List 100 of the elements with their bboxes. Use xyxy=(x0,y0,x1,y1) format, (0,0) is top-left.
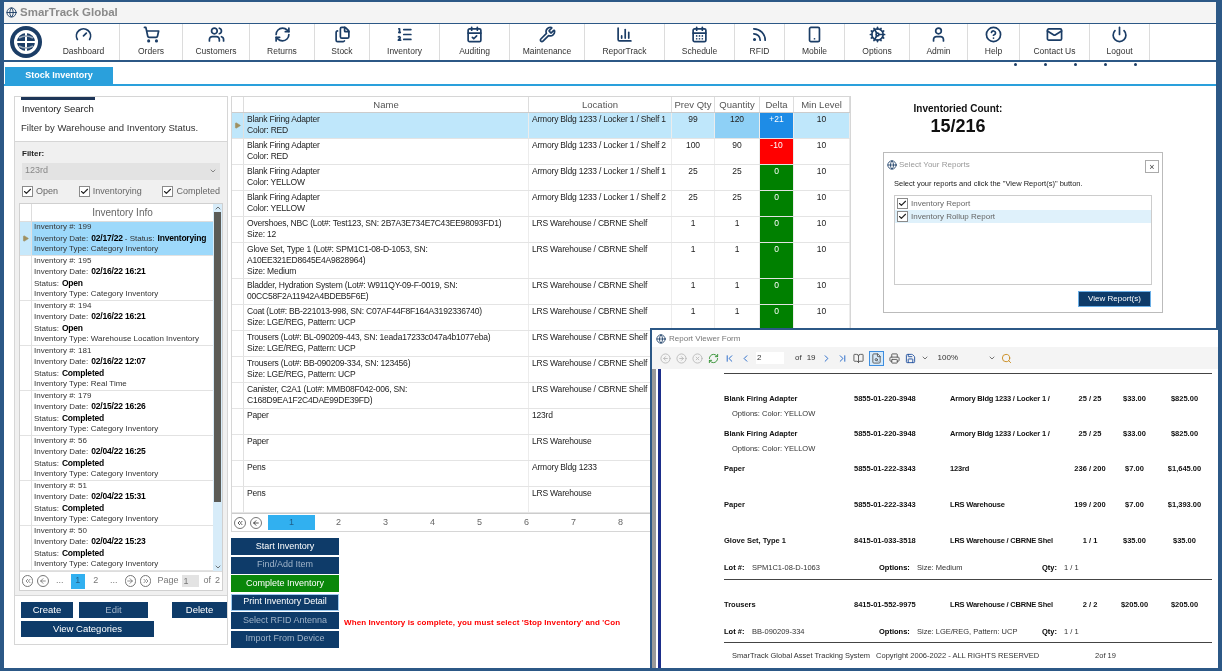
toolbar-button[interactable]: Orders xyxy=(120,24,183,60)
column-header[interactable]: Location xyxy=(529,97,672,112)
toolbar-button[interactable]: Returns xyxy=(250,24,315,60)
page-button[interactable]: ... xyxy=(106,573,121,589)
inventory-list-item[interactable]: Inventory #: 56 Inventory Date: 02/04/22 16:25 Status: Completed Inventory Type: Category Inventory xyxy=(20,435,213,481)
inventory-list-item[interactable]: Inventory #: 50 Inventory Date: 02/04/22 15:23 Status: Completed Inventory Type: Category Inventory xyxy=(20,525,213,571)
printer-icon[interactable] xyxy=(888,352,900,364)
column-header[interactable]: Prev Qty xyxy=(672,97,715,112)
column-header[interactable]: Quantity xyxy=(715,97,760,112)
toolbar-button[interactable]: Dashboard xyxy=(48,24,120,60)
table-row[interactable]: Overshoes, NBC (Lot#: Test123, SN: 2B7A3E734E7C43EE98093FD1) Size: 12 LRS Warehouse / CBRNE Shelf 1 1 0 10 xyxy=(232,217,850,243)
filter-label: Filter: xyxy=(21,147,46,160)
button[interactable]: Delete xyxy=(172,602,227,618)
previous-page-button[interactable] xyxy=(37,575,49,587)
close-button[interactable]: × xyxy=(1145,160,1159,173)
toolbar-button[interactable]: Auditing xyxy=(440,24,510,60)
page-button[interactable]: 5 xyxy=(456,515,503,530)
table-row[interactable]: Glove Set, Type 1 (Lot#: SPM1C1-08-D-1053, SN: A10EE321ED8645E4A9828964) Size: Medium LRS Warehouse / CBRNE Shelf 1 1 0 10 xyxy=(232,243,850,279)
page-button[interactable]: ... xyxy=(52,573,67,589)
page-button[interactable]: 4 xyxy=(409,515,456,530)
table-cell: 0 xyxy=(760,305,794,330)
action-button[interactable]: Print Inventory Detail xyxy=(231,593,339,611)
table-cell: Canister, C2A1 (Lot#: MMB08F042-006, SN: C168D9EA1F2C4DAE99DE39FD) xyxy=(244,383,529,408)
table-cell: 0 xyxy=(760,191,794,216)
table-row[interactable]: Bladder, Hydration System (Lot#: W911QY-09-F-0019, SN: 00CC58F2A11942A4BDEB5F6E) LRS Warehouse / CBRNE Shelf 1 1 0 10 xyxy=(232,279,850,305)
toolbar-button[interactable]: Inventory xyxy=(370,24,440,60)
view-reports-button[interactable]: View Report(s) xyxy=(1078,291,1151,308)
gear-icon xyxy=(868,26,886,44)
inventory-list-item[interactable]: Inventory #: 194 Inventory Date: 02/16/22 16:21 Status: Open Inventory Type: Warehouse Location Inventory xyxy=(20,300,213,346)
table-cell: Armory Bldg 1233 / Locker 1 / Shelf 1 xyxy=(529,113,672,138)
logo-icon xyxy=(9,25,43,59)
save-icon[interactable] xyxy=(904,352,916,364)
table-row[interactable]: Blank Firing Adapter Color: RED Armory Bldg 1233 / Locker 1 / Shelf 2 100 90 -10 10 xyxy=(232,139,850,165)
page-button[interactable]: 8 xyxy=(597,515,644,530)
inventory-list-item[interactable]: Inventory #: 51 Inventory Date: 02/04/22 15:31 Status: Completed Inventory Type: Category Inventory xyxy=(20,480,213,526)
table-cell: Armory Bldg 1233 / Locker 1 / Shelf 1 xyxy=(529,165,672,190)
table-row[interactable]: Coat (Lot#: BB-221013-998, SN: C07AF44F8F164A3192336740) Size: LGE/REG, Pattern: UCP LRS Warehouse / CBRNE Shelf 1 1 0 10 xyxy=(232,305,850,331)
inventory-type: Inventory Type: Category Inventory xyxy=(34,289,159,300)
inventory-type: Inventory Type: Real Time xyxy=(34,379,128,390)
page-field[interactable]: 2 xyxy=(756,352,784,364)
table-cell: Armory Bldg 1233 / Locker 1 / Shelf 2 xyxy=(529,191,672,216)
toolbar-button[interactable]: Contact Us xyxy=(1020,24,1090,60)
help-icon xyxy=(985,26,1002,44)
inventory-list-item[interactable]: Inventory #: 195 Inventory Date: 02/16/22 16:21 Status: Open Inventory Type: Category Inventory xyxy=(20,255,213,301)
toolbar-button[interactable]: Options xyxy=(845,24,910,60)
toolbar-button[interactable]: Help xyxy=(968,24,1020,60)
checkbox[interactable] xyxy=(897,211,908,223)
toolbar-button[interactable]: RFID xyxy=(735,24,785,60)
page-button[interactable]: 3 xyxy=(362,515,409,530)
toolbar-button[interactable]: Maintenance xyxy=(510,24,585,60)
table-row[interactable]: Blank Firing Adapter Color: YELLOW Armory Bldg 1233 / Locker 1 / Shelf 1 25 25 0 10 xyxy=(232,165,850,191)
inventory-number: Inventory #: 195 xyxy=(34,255,93,266)
checkbox[interactable] xyxy=(162,185,174,197)
first-page-icon[interactable] xyxy=(724,352,735,364)
column-header[interactable]: Min Level xyxy=(794,97,850,112)
page-field[interactable]: 1 xyxy=(182,575,200,587)
toolbar-button[interactable]: Admin xyxy=(910,24,968,60)
caret-icon[interactable] xyxy=(920,354,929,362)
toolbar-button[interactable]: Stock xyxy=(315,24,370,60)
table-cell: LRS Warehouse / CBRNE Shelf xyxy=(529,243,672,278)
page-layout-button[interactable] xyxy=(868,350,884,366)
inventory-list-item[interactable]: Inventory #: 199 Inventory Date: 02/17/22 - Status: Inventorying Inventory Type: Category Inventory xyxy=(20,222,213,256)
checkbox[interactable] xyxy=(78,185,90,197)
toolbar-button[interactable]: Schedule xyxy=(665,24,735,60)
table-row[interactable]: Blank Firing Adapter Color: RED Armory Bldg 1233 / Locker 1 / Shelf 1 99 120 +21 10 xyxy=(232,113,850,139)
page-button[interactable]: 7 xyxy=(550,515,597,530)
toolbar-button[interactable]: Customers xyxy=(183,24,250,60)
checkbox[interactable] xyxy=(897,198,908,210)
report-name: Inventory Report xyxy=(911,197,971,210)
column-header[interactable]: Name xyxy=(244,97,529,112)
table-cell: Paper xyxy=(244,409,529,434)
button[interactable]: View Categories xyxy=(21,621,154,637)
section-tab[interactable]: Inventory Search xyxy=(21,97,95,117)
button[interactable]: Create xyxy=(21,602,73,618)
book-icon[interactable] xyxy=(852,352,864,364)
inventory-list-item[interactable]: Inventory #: 181 Inventory Date: 02/16/22 12:07 Status: Completed Inventory Type: Real Time xyxy=(20,345,213,391)
page-button[interactable]: 2 xyxy=(315,515,362,530)
table-row[interactable]: Blank Firing Adapter Color: YELLOW Armory Bldg 1233 / Locker 1 / Shelf 2 25 25 0 10 xyxy=(232,191,850,217)
scrollbar[interactable] xyxy=(213,204,222,571)
checkbox[interactable] xyxy=(22,185,33,197)
page-button[interactable]: 6 xyxy=(503,515,550,530)
toolbar-button[interactable]: ReporTrack xyxy=(585,24,665,60)
check-icon xyxy=(79,186,89,196)
inventory-date: 02/04/22 15:31 xyxy=(91,491,146,502)
search-icon[interactable] xyxy=(1000,352,1012,364)
mail-icon xyxy=(1046,26,1063,44)
column-header[interactable]: Delta xyxy=(760,97,794,112)
toolbar-button[interactable]: Logout xyxy=(1090,24,1150,60)
report-list-item[interactable]: Inventory Rollup Report xyxy=(895,210,1151,224)
zoom-select[interactable]: 100% xyxy=(937,352,996,364)
refresh-icon[interactable] xyxy=(708,352,719,364)
action-button[interactable]: Complete Inventory xyxy=(231,575,339,592)
scrollbar-thumb[interactable] xyxy=(214,212,221,502)
toolbar-button[interactable]: Mobile xyxy=(785,24,845,60)
table-cell: 0 xyxy=(760,165,794,190)
table-cell: 10 xyxy=(794,191,850,216)
inventory-list-item[interactable]: Inventory #: 179 Inventory Date: 02/15/22 16:26 Status: Completed Inventory Type: Category Inventory xyxy=(20,390,213,436)
page-button[interactable]: 2 xyxy=(88,573,103,589)
action-button[interactable]: Start Inventory xyxy=(231,538,339,555)
inventory-number: Inventory #: 194 xyxy=(34,300,93,311)
